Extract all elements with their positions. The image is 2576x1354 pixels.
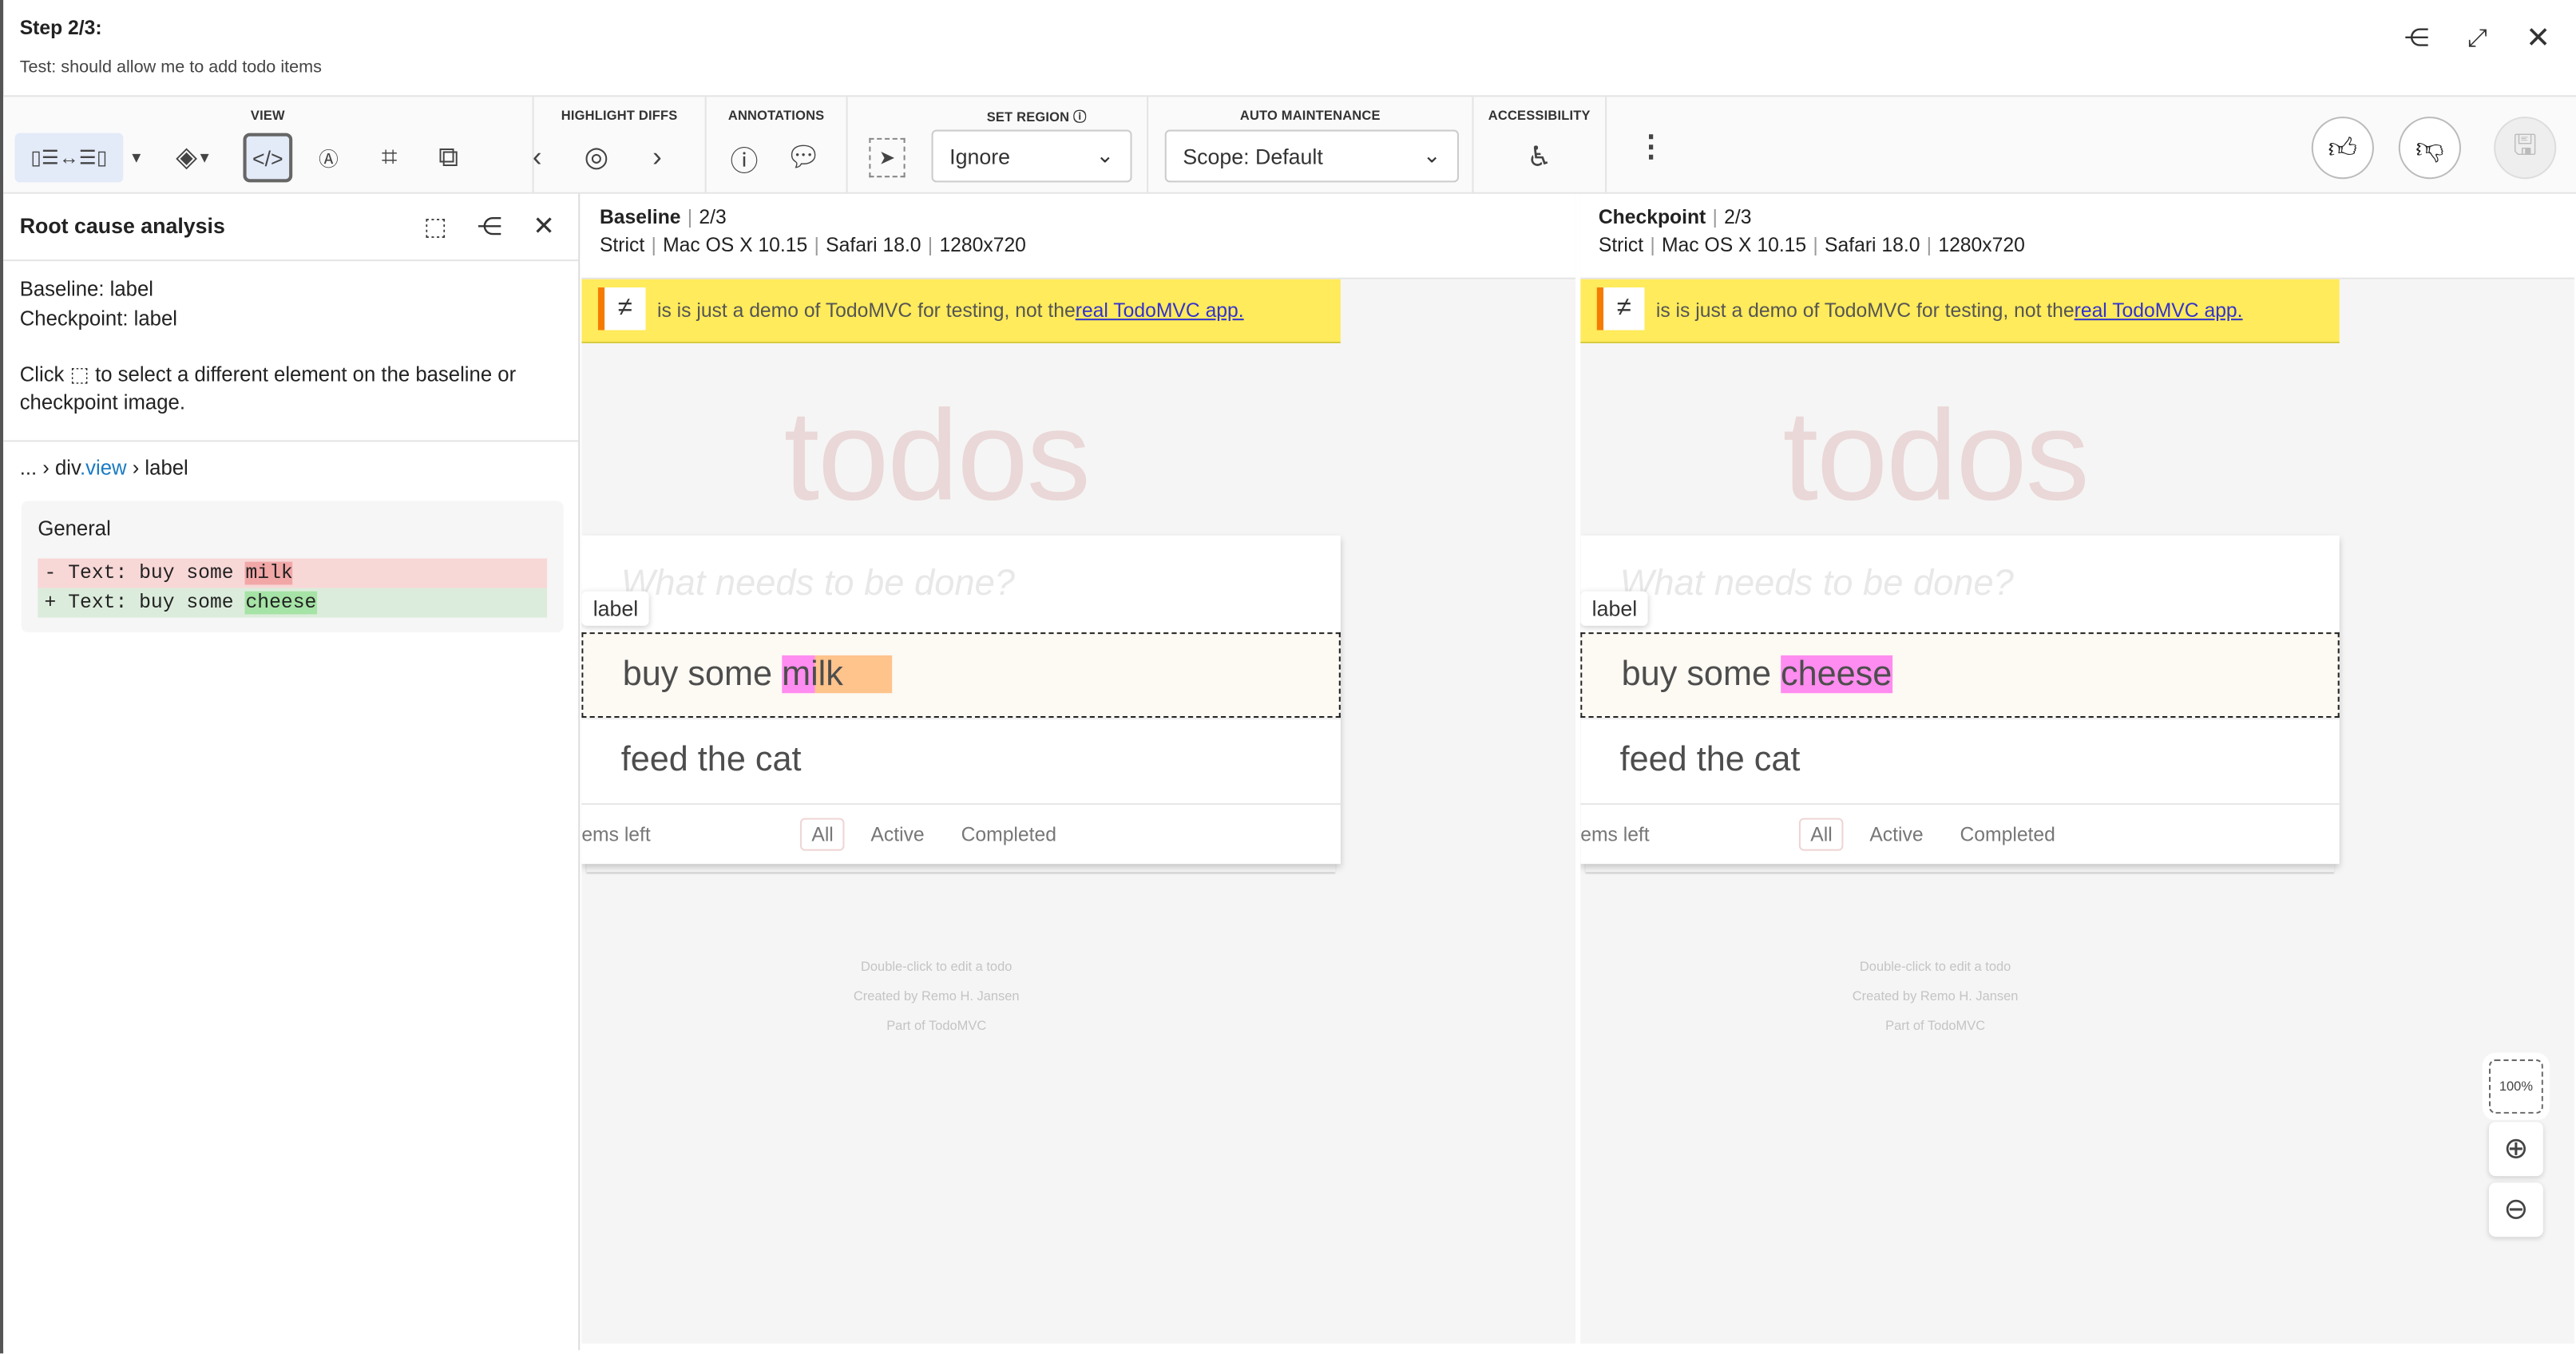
- removed-line: - Text: buy some milk: [38, 558, 548, 588]
- scope-select[interactable]: Scope: Default ⌄: [1164, 129, 1459, 183]
- panel-title: Root cause analysis: [19, 213, 225, 239]
- region-type-select[interactable]: Ignore ⌄: [931, 129, 1132, 183]
- footer-hint: Double-click to edit a todo: [861, 959, 1013, 975]
- close-panel-icon[interactable]: ✕: [527, 210, 560, 243]
- save-button[interactable]: 🖫: [2494, 117, 2557, 180]
- chevron-down-icon: ⌄: [1096, 142, 1114, 168]
- share-icon[interactable]: ⋲: [474, 210, 506, 243]
- select-region-icon[interactable]: ➤: [869, 137, 906, 178]
- highlight-label: HIGHLIGHT DIFFS: [561, 108, 678, 124]
- zoom-in-icon[interactable]: ⊕: [2488, 1122, 2543, 1177]
- filter-active[interactable]: Active: [1869, 823, 1923, 846]
- view-dropdown-icon[interactable]: ▼: [123, 133, 149, 183]
- checkpoint-pane[interactable]: Checkpoint | 2/3 Strict | Mac OS X 10.15 | Saf…: [1580, 193, 2574, 1344]
- todo-footer: ems left All Active Completed: [1580, 803, 2340, 864]
- info-icon: ⓘ: [1073, 109, 1087, 125]
- thumbs-up-button[interactable]: 👍︎: [2311, 117, 2374, 180]
- accessibility-label: ACCESSIBILITY: [1488, 108, 1591, 124]
- select-element-icon: ⬚: [69, 362, 89, 386]
- zoom-fit-button[interactable]: 100%: [2482, 1052, 2550, 1121]
- app-heading: todos: [783, 382, 1091, 528]
- diff-marker-icon[interactable]: ≠: [597, 287, 646, 331]
- accessibility-icon[interactable]: ♿︎: [1515, 133, 1564, 183]
- auto-maintenance-section: AUTO MAINTENANCE Scope: Default ⌄: [1148, 97, 1474, 194]
- element-tag: label: [581, 591, 650, 626]
- baseline-header: Baseline | 2/3 Strict | Mac OS X 10.15 | Safar…: [581, 193, 1576, 279]
- side-by-side-view-button[interactable]: ▯☰↔☰▯: [14, 133, 124, 183]
- step-title: Step 2/3:: [19, 16, 102, 40]
- breadcrumb: ... › div.view › label: [19, 456, 188, 480]
- todomvc-link[interactable]: real TodoMVC app.: [1076, 299, 1244, 322]
- layers-icon[interactable]: ◈ ▼: [161, 133, 227, 183]
- element-tag: label: [1580, 591, 1649, 626]
- footer-part-of: Part of TodoMVC: [1885, 1018, 1986, 1034]
- filter-all[interactable]: All: [799, 818, 846, 851]
- todo-footer: ems left All Active Completed: [581, 803, 1341, 864]
- root-cause-panel: Root cause analysis ⬚ ⋲ ✕ Baseline: labe…: [3, 193, 581, 1351]
- breadcrumb-div-view[interactable]: .view: [80, 457, 127, 480]
- todomvc-link[interactable]: real TodoMVC app.: [2075, 299, 2243, 322]
- todo-item-selected[interactable]: buy some cheese: [1580, 632, 2340, 719]
- set-region-label: SET REGION: [986, 109, 1070, 125]
- general-diff-box: General - Text: buy some milk + Text: bu…: [21, 501, 564, 633]
- footer-credit: Created by Remo H. Jansen: [853, 988, 1020, 1004]
- checkpoint-element: Checkpoint: label: [19, 307, 178, 331]
- zoom-out-icon[interactable]: ⊖: [2488, 1182, 2543, 1237]
- todo-card: What needs to be done? buy some milk fee…: [581, 535, 1341, 865]
- highlight-diffs-section: HIGHLIGHT DIFFS ‹ ◎ ›: [533, 97, 707, 194]
- ab-compare-icon[interactable]: Ⓐ: [304, 133, 354, 183]
- more-options-icon[interactable]: ⋮: [1627, 121, 1676, 171]
- issue-icon[interactable]: ⓘ: [719, 133, 769, 183]
- new-todo-input[interactable]: What needs to be done?: [1580, 536, 2340, 632]
- checkpoint-header: Checkpoint | 2/3 Strict | Mac OS X 10.15 | Saf…: [1580, 193, 2574, 279]
- thumbs-down-button[interactable]: 👎︎: [2398, 117, 2461, 180]
- filter-completed[interactable]: Completed: [1960, 823, 2055, 846]
- todo-card: What needs to be done? buy some cheese f…: [1580, 535, 2340, 865]
- chevron-down-icon: ⌄: [1422, 142, 1441, 168]
- filter-completed[interactable]: Completed: [961, 823, 1056, 846]
- footer-part-of: Part of TodoMVC: [886, 1018, 987, 1034]
- demo-banner: ≠ is is just a demo of TodoMVC for testin…: [1580, 279, 2340, 343]
- added-line: + Text: buy some cheese: [38, 588, 548, 618]
- baseline-element: Baseline: label: [19, 277, 153, 301]
- annotations-label: ANNOTATIONS: [727, 108, 825, 124]
- toolbar: VIEW ▯☰↔☰▯ ▼ ◈ ▼ </> Ⓐ ⌗ ⧉ HIGHLIGHT DIFF…: [3, 95, 2576, 194]
- footer-hint: Double-click to edit a todo: [1859, 959, 2011, 975]
- highlight-diffs-icon[interactable]: ◎: [572, 133, 621, 183]
- footer-credit: Created by Remo H. Jansen: [1852, 988, 2019, 1004]
- todo-item[interactable]: feed the cat: [581, 718, 1341, 803]
- code-view-button[interactable]: </>: [243, 133, 293, 183]
- step-dialog: Step 2/3: Test: should allow me to add t…: [0, 0, 2576, 1354]
- auto-maintenance-label: AUTO MAINTENANCE: [1239, 108, 1381, 124]
- region-copy-icon[interactable]: ⧉: [424, 133, 474, 183]
- view-section: VIEW ▯☰↔☰▯ ▼ ◈ ▼ </> Ⓐ ⌗ ⧉: [3, 97, 534, 194]
- todo-item-selected[interactable]: buy some milk: [581, 632, 1341, 719]
- test-name: Test: should allow me to add todo items: [19, 57, 322, 77]
- filter-active[interactable]: Active: [870, 823, 924, 846]
- new-todo-input[interactable]: What needs to be done?: [581, 536, 1341, 632]
- close-icon[interactable]: ✕: [2522, 21, 2554, 54]
- todo-item[interactable]: feed the cat: [1580, 718, 2340, 803]
- set-region-section: SET REGION ⓘ ➤ Ignore ⌄: [848, 97, 1149, 194]
- general-heading: General: [38, 517, 111, 540]
- comment-icon[interactable]: 💬︎: [779, 133, 828, 183]
- filter-all[interactable]: All: [1798, 818, 1845, 851]
- expand-icon[interactable]: ⤢: [2461, 22, 2494, 54]
- app-heading: todos: [1782, 382, 2089, 528]
- crop-icon[interactable]: ⌗: [365, 133, 414, 183]
- diff-marker-icon[interactable]: ≠: [1596, 287, 1645, 331]
- baseline-pane[interactable]: Baseline | 2/3 Strict | Mac OS X 10.15 | Safar…: [581, 193, 1576, 1344]
- select-element-icon[interactable]: ⬚: [419, 210, 452, 243]
- demo-banner: ≠ is is just a demo of TodoMVC for testin…: [581, 279, 1341, 343]
- annotations-section: ANNOTATIONS ⓘ 💬︎: [707, 97, 848, 194]
- hint-text: Click ⬚ to select a different element on…: [19, 362, 517, 414]
- previous-diff-icon[interactable]: ‹: [513, 133, 562, 183]
- accessibility-section: ACCESSIBILITY ♿︎: [1473, 97, 1607, 194]
- share-icon[interactable]: ⋲: [2400, 22, 2433, 54]
- next-diff-icon[interactable]: ›: [632, 133, 682, 183]
- view-label: VIEW: [250, 108, 285, 124]
